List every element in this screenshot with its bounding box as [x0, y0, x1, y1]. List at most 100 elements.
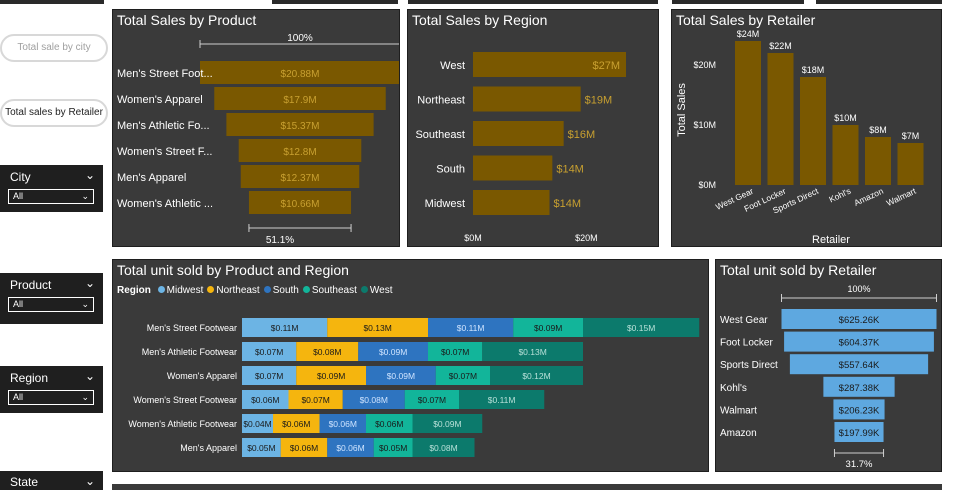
retailer-column [865, 137, 891, 185]
total-sales-by-retailer-button[interactable]: Total sales by Retailer [0, 99, 108, 127]
funnel-data-label: $604.37K [839, 338, 880, 349]
funnel-category-label: Men's Street Foot... [117, 68, 213, 80]
region-dropdown[interactable]: All ⌄ [8, 390, 94, 405]
stacked-data-label: $0.09M [387, 371, 415, 381]
funnel-top-percent: 100% [847, 284, 870, 294]
sales-by-product-funnel: 100% $20.88M Men's Street Foot... $17.9M Wom… [117, 33, 399, 246]
retailer-axis-tick: $20M [693, 60, 716, 70]
stacked-data-label: $0.05M [247, 443, 275, 453]
region-data-label: $19M [585, 95, 613, 107]
chevron-down-icon[interactable]: ⌄ [85, 369, 95, 383]
stacked-data-label: $0.06M [375, 419, 403, 429]
retailer-category-label: Walmart [885, 185, 918, 208]
total-sales-by-retailer-label: Total sales by Retailer [5, 107, 103, 118]
region-data-label: $14M [554, 198, 582, 210]
total-sale-by-city-button[interactable]: Total sale by city [0, 34, 108, 62]
chevron-down-icon[interactable]: ⌄ [85, 168, 95, 182]
retailer-y-axis-label: Total Sales [676, 83, 688, 137]
product-slicer-title: Product [10, 278, 52, 292]
retailer-category-label: Kohl's [827, 186, 852, 205]
units-by-product-region-chart: Men's Street Footwear $0.11M $0.13M $0.11M $… [128, 318, 700, 457]
stacked-data-label: $0.07M [418, 395, 446, 405]
funnel-category-label: Men's Apparel [117, 172, 186, 184]
region-category-label: West [440, 60, 465, 72]
stacked-category-label: Men's Street Footwear [147, 323, 237, 333]
stacked-data-label: $0.07M [301, 395, 329, 405]
funnel-data-label: $12.8M [283, 147, 316, 158]
cutoff-panel-top [0, 0, 104, 4]
units-by-retailer-panel: Total unit sold by Retailer 100% $625.26K… [715, 259, 942, 472]
funnel-data-label: $287.38K [839, 383, 880, 394]
product-dropdown[interactable]: All ⌄ [8, 297, 94, 312]
stacked-data-label: $0.08M [313, 347, 341, 357]
cutoff-panel-top [408, 0, 658, 4]
funnel-category-label: Women's Apparel [117, 94, 203, 106]
sales-by-product-panel: Total Sales by Product 100% $20.88M Men's … [112, 9, 400, 247]
chevron-down-icon[interactable]: ⌄ [85, 474, 95, 488]
stacked-data-label: $0.12M [522, 371, 550, 381]
stacked-data-label: $0.13M [518, 347, 546, 357]
funnel-data-label: $15.37M [281, 121, 320, 132]
funnel-category-label: Women's Athletic ... [117, 198, 213, 210]
sales-by-retailer-chart: $0M$10M$20MTotal Sales$24MWest Gear$22MF… [676, 29, 924, 246]
retailer-x-axis-label: Retailer [812, 234, 850, 246]
stacked-data-label: $0.04M [243, 419, 271, 429]
retailer-data-label: $8M [869, 125, 887, 135]
stacked-data-label: $0.06M [251, 395, 279, 405]
retailer-axis-tick: $0M [698, 180, 716, 190]
funnel-category-label: Women's Street F... [117, 146, 212, 158]
region-category-label: Midwest [425, 198, 465, 210]
region-category-label: Northeast [417, 95, 465, 107]
funnel-top-percent: 100% [287, 33, 313, 44]
retailer-axis-tick: $10M [693, 120, 716, 130]
stacked-data-label: $0.09M [379, 347, 407, 357]
retailer-data-label: $7M [902, 131, 920, 141]
region-bar [473, 190, 550, 215]
sales-by-region-panel: Total Sales by Region $27M West $19M Northe… [407, 9, 659, 247]
stacked-category-label: Women's Street Footwear [133, 395, 237, 405]
region-category-label: South [436, 164, 465, 176]
chevron-down-icon: ⌄ [81, 191, 89, 201]
stacked-data-label: $0.07M [255, 347, 283, 357]
sales-by-retailer-panel: Total Sales by Retailer $0M $10M $20M Total… [671, 9, 942, 247]
funnel-category-label: Amazon [720, 428, 757, 439]
funnel-data-label: $17.9M [283, 95, 316, 106]
stacked-data-label: $0.08M [429, 443, 457, 453]
stacked-category-label: Women's Athletic Footwear [128, 419, 237, 429]
funnel-category-label: Walmart [720, 405, 757, 416]
region-dropdown-value: All [13, 392, 24, 402]
region-data-label: $16M [568, 129, 596, 141]
region-bar [473, 86, 581, 112]
total-sale-by-city-label: Total sale by city [17, 42, 91, 53]
stacked-data-label: $0.07M [255, 371, 283, 381]
stacked-data-label: $0.11M [271, 323, 299, 333]
region-category-label: Southeast [415, 129, 465, 141]
stacked-category-label: Men's Athletic Footwear [142, 347, 237, 357]
city-slicer-title: City [10, 170, 31, 184]
cutoff-panel-top [272, 0, 398, 4]
stacked-data-label: $0.15M [627, 323, 655, 333]
units-by-retailer-funnel: 100% $625.26K West Gear $604.37K Foot Locker… [720, 284, 937, 470]
stacked-category-label: Men's Apparel [180, 443, 237, 453]
cutoff-panel-top [816, 0, 942, 4]
retailer-data-label: $22M [769, 41, 792, 51]
region-bar [473, 121, 564, 146]
stacked-data-label: $0.11M [457, 323, 485, 333]
stacked-data-label: $0.08M [360, 395, 388, 405]
retailer-category-label: Amazon [852, 186, 885, 208]
funnel-data-label: $557.64K [839, 360, 880, 371]
region-slicer: Region ⌄ All ⌄ [0, 366, 103, 413]
stacked-data-label: $0.09M [534, 323, 562, 333]
stacked-category-label: Women's Apparel [167, 371, 237, 381]
funnel-data-label: $12.37M [281, 173, 320, 184]
stacked-data-label: $0.06M [329, 419, 357, 429]
city-dropdown-value: All [13, 191, 24, 201]
funnel-category-label: Kohl's [720, 383, 747, 394]
chevron-down-icon[interactable]: ⌄ [85, 276, 95, 290]
funnel-category-label: Foot Locker [720, 338, 773, 349]
funnel-data-label: $197.99K [839, 428, 880, 439]
region-slicer-title: Region [10, 371, 49, 385]
funnel-category-label: Men's Athletic Fo... [117, 120, 210, 132]
funnel-data-label: $625.26K [839, 315, 880, 326]
city-dropdown[interactable]: All ⌄ [8, 189, 94, 204]
